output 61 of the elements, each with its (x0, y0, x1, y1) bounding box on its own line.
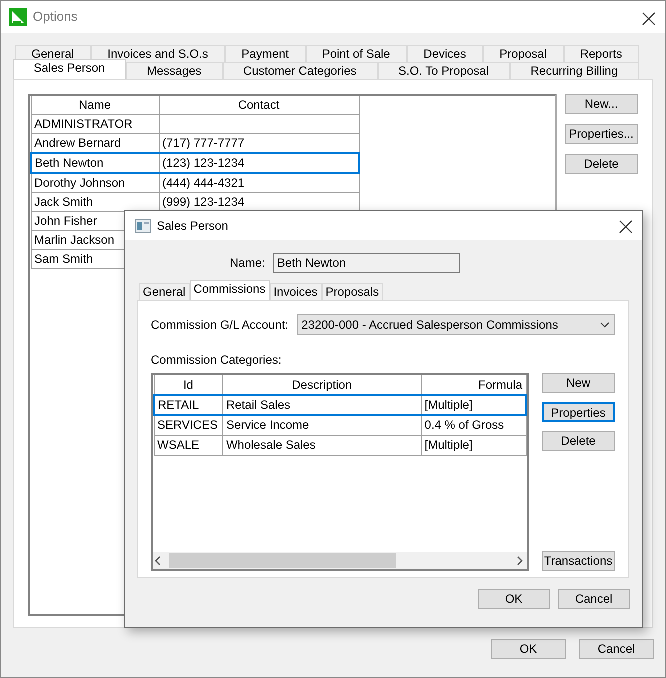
table-cell[interactable]: Andrew Bernard (31, 134, 159, 153)
table-row[interactable]: WSALE Wholesale Sales [Multiple] (154, 435, 526, 455)
app-logo-icon (9, 8, 27, 26)
table-cell: (717) 777-7777 (162, 136, 245, 150)
tab[interactable]: Messages (126, 62, 223, 79)
table-cell: Service Income (222, 415, 422, 435)
button[interactable]: Properties (542, 402, 615, 422)
button[interactable]: Cancel (579, 639, 654, 659)
column-header[interactable]: Id (154, 375, 223, 395)
dialog-title: Sales Person (157, 218, 228, 234)
button[interactable]: Delete (542, 431, 615, 451)
button[interactable]: New... (565, 94, 638, 114)
table-cell: (444) 444-4321 (162, 176, 245, 190)
table-cell: Wholesale Sales (222, 435, 422, 455)
close-button[interactable] (618, 218, 634, 234)
tab[interactable]: Proposals (322, 283, 384, 300)
table-cell[interactable]: ADMINISTRATOR (31, 114, 159, 134)
tab[interactable]: Sales Person (13, 59, 126, 79)
tab[interactable]: Point of Sale (306, 45, 408, 62)
field-label: Commission Categories: (151, 352, 283, 369)
button[interactable]: Cancel (558, 589, 630, 609)
table-cell[interactable]: Dorothy Johnson (31, 173, 159, 192)
field-label: Commission G/L Account: (151, 316, 289, 334)
table-cell: [Multiple] (421, 435, 526, 455)
table-cell: WSALE (154, 435, 223, 455)
table-cell[interactable]: Beth Newton (31, 153, 159, 173)
button[interactable]: Delete (565, 154, 638, 174)
tab[interactable]: Payment (225, 45, 306, 62)
tab[interactable]: Commissions (190, 280, 270, 300)
table-cell: SERVICES (154, 415, 223, 435)
tab[interactable]: Customer Categories (222, 62, 378, 79)
column-header[interactable]: Name (31, 96, 159, 114)
table-cell: 0.4 % of Gross (421, 415, 526, 435)
button[interactable]: Transactions (542, 551, 615, 571)
tab[interactable]: Devices (407, 45, 483, 62)
account-dropdown[interactable]: 23200-000 - Accrued Salesperson Commissions (296, 314, 615, 335)
table-row[interactable]: RETAIL Retail Sales [Multiple] (154, 395, 526, 415)
horizontal-scrollbar[interactable] (153, 552, 527, 569)
tab[interactable]: Invoices (270, 283, 322, 300)
dialog-icon (135, 218, 151, 232)
name-field[interactable]: Beth Newton (273, 253, 460, 273)
button[interactable]: OK (491, 639, 566, 659)
field-label: Name: (230, 255, 266, 272)
tab[interactable]: Proposal (483, 45, 564, 62)
chevron-down-icon (600, 322, 610, 328)
tab[interactable]: Invoices and S.O.s (91, 45, 226, 62)
table-cell: Retail Sales (222, 395, 422, 415)
tab[interactable]: General (139, 283, 190, 300)
button[interactable]: New (542, 373, 615, 393)
table-cell: (123) 123-1234 (162, 156, 245, 170)
tab[interactable]: Recurring Billing (510, 62, 640, 79)
button[interactable]: Properties... (565, 124, 638, 144)
table-cell: RETAIL (154, 395, 223, 415)
tab[interactable]: S.O. To Proposal (378, 62, 510, 79)
column-header[interactable]: Contact (159, 96, 359, 114)
table-cell: (999) 123-1234 (162, 195, 245, 209)
tab[interactable]: Reports (564, 45, 639, 62)
table-row[interactable]: SERVICES Service Income 0.4 % of Gross (154, 415, 526, 435)
table-cell: [Multiple] (421, 395, 526, 415)
button[interactable]: OK (478, 589, 550, 609)
window-title: Options (33, 8, 78, 26)
